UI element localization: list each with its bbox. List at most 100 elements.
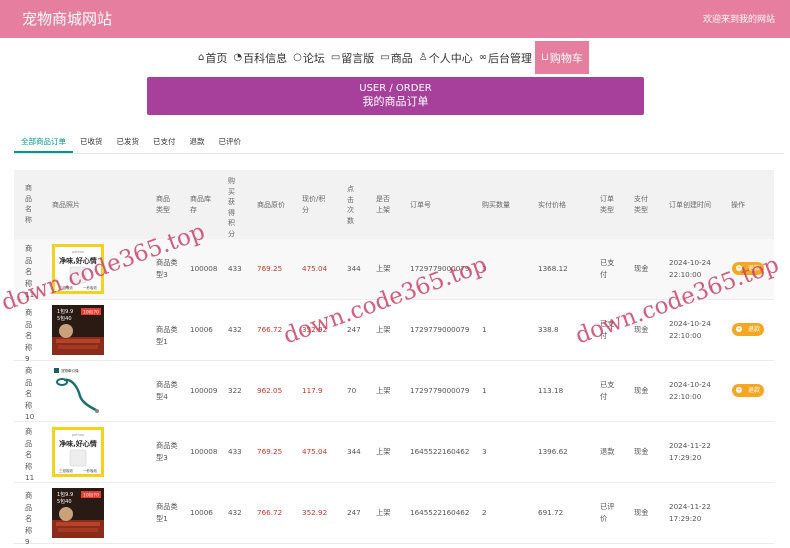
refund-button[interactable]: + 退款	[732, 384, 764, 397]
header-created: 订单创建时间	[669, 201, 711, 209]
header-name: 商品名称	[25, 184, 32, 224]
image-brand: 宠物牵引绳	[61, 368, 79, 373]
cell-price: 475.04	[302, 447, 328, 456]
image-caption-right: 一秒吸收	[83, 468, 97, 473]
cell-order-no: 1729779000079	[410, 325, 470, 334]
nav-profile[interactable]: ♙ 个人中心	[416, 41, 476, 74]
cell-pay-type: 现金	[634, 264, 649, 273]
cell-created: 2024-11-22 17:29:20	[669, 441, 711, 462]
compass-icon: ◔	[233, 52, 243, 63]
cell-onshelf: 上架	[376, 325, 391, 334]
cell-onshelf: 上架	[376, 447, 391, 456]
cell-onshelf: 上架	[376, 386, 391, 395]
banner-english: USER / ORDER	[359, 83, 432, 94]
refund-icon: +	[736, 387, 742, 393]
cell-order-type: 已支付	[600, 380, 615, 401]
cell-clicks: 247	[347, 508, 361, 517]
nav-encyclopedia[interactable]: ◔ 百科信息	[230, 41, 290, 74]
image-headline: 净味,好心情	[59, 439, 97, 448]
cell-points: 432	[228, 325, 242, 334]
home-icon: ⌂	[198, 52, 205, 63]
cell-pay-type: 现金	[634, 386, 649, 395]
cell-stock: 100008	[190, 447, 218, 456]
product-a-image: 1包9.9 5包40 10包70	[52, 488, 104, 538]
cell-created: 2024-11-22 17:29:20	[669, 502, 711, 523]
orders-table: 商品名称 商品照片 商品类型 商品库存 购买获得积分 商品原价 现价/积分 点击…	[14, 170, 774, 546]
page-banner: USER / ORDER 我的商品订单	[147, 77, 644, 115]
tab-received[interactable]: 已收货	[73, 133, 110, 151]
header-pay-type: 支付类型	[634, 195, 648, 214]
message-icon: ▭	[330, 52, 341, 63]
user-icon: ♙	[418, 52, 428, 63]
header-points: 购买获得积分	[228, 177, 235, 238]
box-icon: ▭	[380, 52, 390, 63]
tab-paid[interactable]: 已支付	[146, 133, 183, 151]
cell-order-no: 1645522160462	[410, 447, 470, 456]
site-title[interactable]: 宠物商城网站	[22, 8, 112, 29]
cell-order-no: 1729779000079	[410, 386, 470, 395]
header-image: 商品照片	[52, 201, 80, 209]
cell-clicks: 70	[347, 386, 357, 395]
cell-points: 432	[228, 508, 242, 517]
header-type: 商品类型	[156, 195, 170, 214]
image-caption-left: 三倍吸收	[59, 468, 73, 473]
cell-pay-type: 现金	[634, 508, 649, 517]
product-image[interactable]: 宠物牵引绳	[52, 366, 104, 416]
cell-name: 商品名称11	[25, 427, 35, 482]
cell-orig-price: 769.25	[257, 447, 283, 456]
table-header: 商品名称 商品照片 商品类型 商品库存 购买获得积分 商品原价 现价/积分 点击…	[14, 170, 774, 239]
cell-qty: 1	[482, 386, 487, 395]
cell-name: 商品名称10	[25, 366, 35, 421]
cell-stock: 100008	[190, 264, 218, 273]
cell-paid: 1396.62	[538, 447, 568, 456]
cell-paid: 1368.12	[538, 264, 568, 273]
refund-button[interactable]: + 退款	[732, 323, 764, 336]
header-action: 操作	[731, 201, 745, 209]
cell-orig-price: 769.25	[257, 264, 283, 273]
header-qty: 购买数量	[482, 201, 510, 209]
nav-forum[interactable]: ○ 论坛	[290, 41, 328, 74]
cell-created: 2024-10-24 22:10:00	[669, 319, 711, 340]
cell-order-type: 已评价	[600, 502, 615, 523]
image-badge: 10包70	[83, 309, 99, 316]
tab-all-orders[interactable]: 全部商品订单	[14, 133, 73, 153]
cell-pay-type: 现金	[634, 447, 649, 456]
cell-qty: 2	[482, 508, 487, 517]
table-row: 商品名称10 宠物牵引绳 商品类型4 100009 322 962.05 117…	[14, 361, 774, 422]
nav-products[interactable]: ▭ 商品	[377, 41, 415, 74]
nav-cart[interactable]: ⊔ 购物车	[535, 41, 589, 74]
cart-icon: ⊔	[541, 52, 549, 63]
product-image[interactable]: 1包9.9 5包40 10包70	[52, 305, 104, 355]
top-bar: 宠物商城网站 欢迎来到我的网站	[0, 0, 790, 38]
cell-type: 商品类型1	[156, 502, 178, 523]
cell-price: 475.04	[302, 264, 328, 273]
product-c-image: 宠物牵引绳	[52, 366, 104, 416]
cell-onshelf: 上架	[376, 508, 391, 517]
cell-orig-price: 962.05	[257, 386, 283, 395]
image-brand: pethoo	[72, 433, 84, 437]
cell-paid: 113.18	[538, 386, 564, 395]
image-badge: 10包70	[83, 492, 99, 499]
tab-reviewed[interactable]: 已评价	[212, 133, 249, 151]
image-price-1: 1包9.9	[57, 308, 73, 315]
nav-messages[interactable]: ▭ 留言版	[328, 41, 377, 74]
cell-type: 商品类型3	[156, 441, 178, 462]
chat-icon: ○	[293, 52, 302, 63]
nav-home[interactable]: ⌂ 首页	[195, 41, 230, 74]
cell-order-type: 退款	[600, 447, 615, 456]
header-stock: 商品库存	[190, 195, 211, 214]
table-row: 商品名称9 1包9.9 5包40 10包70 商品类型1 10006 432 7…	[14, 483, 774, 546]
product-image[interactable]: 1包9.9 5包40 10包70	[52, 488, 104, 538]
tab-shipped[interactable]: 已发货	[110, 133, 147, 151]
cell-price: 352.92	[302, 508, 328, 517]
tab-refund[interactable]: 退款	[183, 133, 212, 151]
cell-stock: 100009	[190, 386, 218, 395]
cell-clicks: 344	[347, 447, 361, 456]
product-image[interactable]: pethoo 净味,好心情 三倍吸收 一秒吸收	[52, 427, 104, 477]
cell-created: 2024-10-24 22:10:00	[669, 380, 711, 401]
nav-admin[interactable]: ∞ 后台管理	[476, 41, 535, 74]
order-tabs: 全部商品订单 已收货 已发货 已支付 退款 已评价	[14, 133, 784, 154]
header-price: 现价/积分	[302, 195, 326, 214]
header-paid: 实付价格	[538, 201, 566, 209]
cell-points: 322	[228, 386, 242, 395]
